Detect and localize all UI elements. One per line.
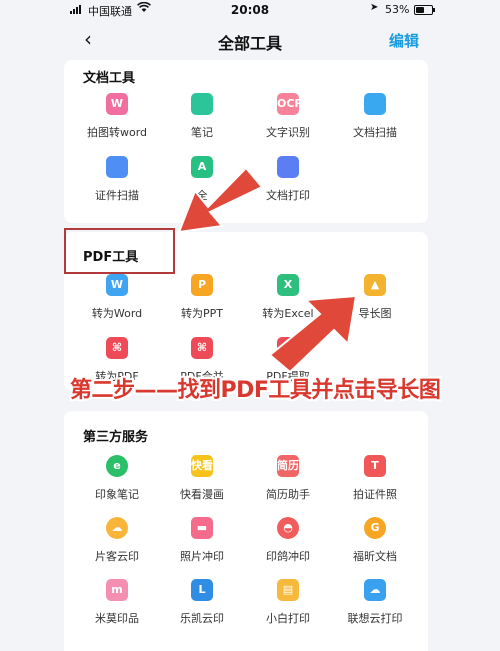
tool-icon: P	[191, 274, 213, 296]
tool-item[interactable]: 简历 简历助手	[243, 455, 333, 502]
tool-icon: W	[106, 274, 128, 296]
tool-icon: 快看	[191, 455, 213, 477]
tool-icon: ▬	[191, 517, 213, 539]
tool-icon: W	[106, 93, 128, 115]
status-bar: 中国联通 20:08 ➤ 53%	[0, 0, 500, 20]
tool-icon	[277, 156, 299, 178]
tool-label: 福昕文档	[353, 550, 397, 563]
tool-item[interactable]: W 拍图转word	[72, 93, 162, 140]
tool-label: 全	[196, 189, 208, 202]
tool-item[interactable]: P 转为PPT	[157, 274, 247, 321]
tool-label: 转为PPT	[181, 307, 223, 320]
tool-label: 印鸽冲印	[266, 550, 310, 563]
tool-icon: A	[191, 156, 213, 178]
tool-item[interactable]: ☁ 片客云印	[72, 517, 162, 564]
tool-icon: ▲	[364, 274, 386, 296]
tool-icon: e	[106, 455, 128, 477]
tool-label: 笔记	[191, 126, 213, 139]
tool-item[interactable]: 快看 快看漫画	[157, 455, 247, 502]
tool-icon: L	[191, 579, 213, 601]
tool-item[interactable]: ☁ 联想云打印	[330, 579, 420, 626]
tool-item[interactable]: A全	[157, 156, 247, 203]
tool-label: 文字识别	[266, 126, 310, 139]
tool-item[interactable]: 笔记	[157, 93, 247, 140]
tool-item[interactable]: ▲ 导长图	[330, 274, 420, 321]
battery-icon	[414, 5, 435, 15]
tool-label: 小白打印	[266, 612, 310, 625]
tool-item[interactable]: 文档打印	[243, 156, 333, 203]
tool-label: 转为Word	[91, 307, 143, 320]
tool-label: 米莫印品	[95, 612, 139, 625]
edit-button[interactable]: 编辑	[389, 30, 419, 51]
tool-label: 拍图转word	[86, 126, 148, 139]
tool-label: 联想云打印	[347, 612, 403, 625]
tool-item[interactable]: ▬ 照片冲印	[157, 517, 247, 564]
tool-icon: ☁	[106, 517, 128, 539]
tool-label: 乐凯云印	[180, 612, 224, 625]
tool-icon: OCR	[277, 93, 303, 115]
section-title: 第三方服务	[83, 430, 149, 445]
tool-item[interactable]: X 转为Excel	[243, 274, 333, 321]
tool-label: 快看漫画	[180, 488, 224, 501]
tool-label: 印象笔记	[95, 488, 139, 501]
tool-item[interactable]: ◓ 印鸽冲印	[243, 517, 333, 564]
tool-icon: m	[106, 579, 128, 601]
tool-label: 文档打印	[266, 189, 310, 202]
tool-item[interactable]: 文档扫描	[330, 93, 420, 140]
tool-label: 照片冲印	[180, 550, 224, 563]
tool-icon: X	[277, 274, 299, 296]
tool-item[interactable]: W 转为Word	[72, 274, 162, 321]
tool-label: 文档扫描	[353, 126, 397, 139]
tool-icon: ☁	[364, 579, 386, 601]
tool-label: 导长图	[358, 307, 392, 320]
annotation-text: 第二步——找到PDF工具并点击导长图	[70, 378, 441, 403]
tool-item[interactable]: L 乐凯云印	[157, 579, 247, 626]
tool-item[interactable]: G 福昕文档	[330, 517, 420, 564]
tool-icon: ▤	[277, 579, 299, 601]
tool-item[interactable]: OCR 文字识别	[243, 93, 333, 140]
tool-icon: ⌘	[106, 337, 128, 359]
tool-icon	[106, 156, 128, 178]
tool-label: 转为Excel	[262, 307, 314, 320]
tool-icon: ⌘	[191, 337, 213, 359]
location-icon: ➤	[370, 2, 379, 13]
battery-percent: 53%	[385, 3, 410, 16]
tool-icon: T	[364, 455, 386, 477]
tool-icon	[364, 93, 386, 115]
tool-icon: G	[364, 517, 386, 539]
tool-label: 证件扫描	[95, 189, 139, 202]
page-title: 全部工具	[217, 34, 282, 53]
highlight-box	[64, 228, 175, 274]
tool-icon: ⌘	[277, 337, 299, 359]
section-title: 文档工具	[83, 71, 136, 86]
tool-item[interactable]: e 印象笔记	[72, 455, 162, 502]
tool-icon: ◓	[277, 517, 299, 539]
tool-label: 拍证件照	[353, 488, 397, 501]
tool-icon: 简历	[277, 455, 299, 477]
tool-item[interactable]: T 拍证件照	[330, 455, 420, 502]
tool-item[interactable]: m 米莫印品	[72, 579, 162, 626]
tool-label: 片客云印	[95, 550, 139, 563]
tool-icon	[191, 93, 213, 115]
tool-item[interactable]: 证件扫描	[72, 156, 162, 203]
nav-bar: ‹ 全部工具 编辑	[0, 20, 500, 58]
tool-item[interactable]: ▤ 小白打印	[243, 579, 333, 626]
tool-label: 简历助手	[266, 488, 310, 501]
